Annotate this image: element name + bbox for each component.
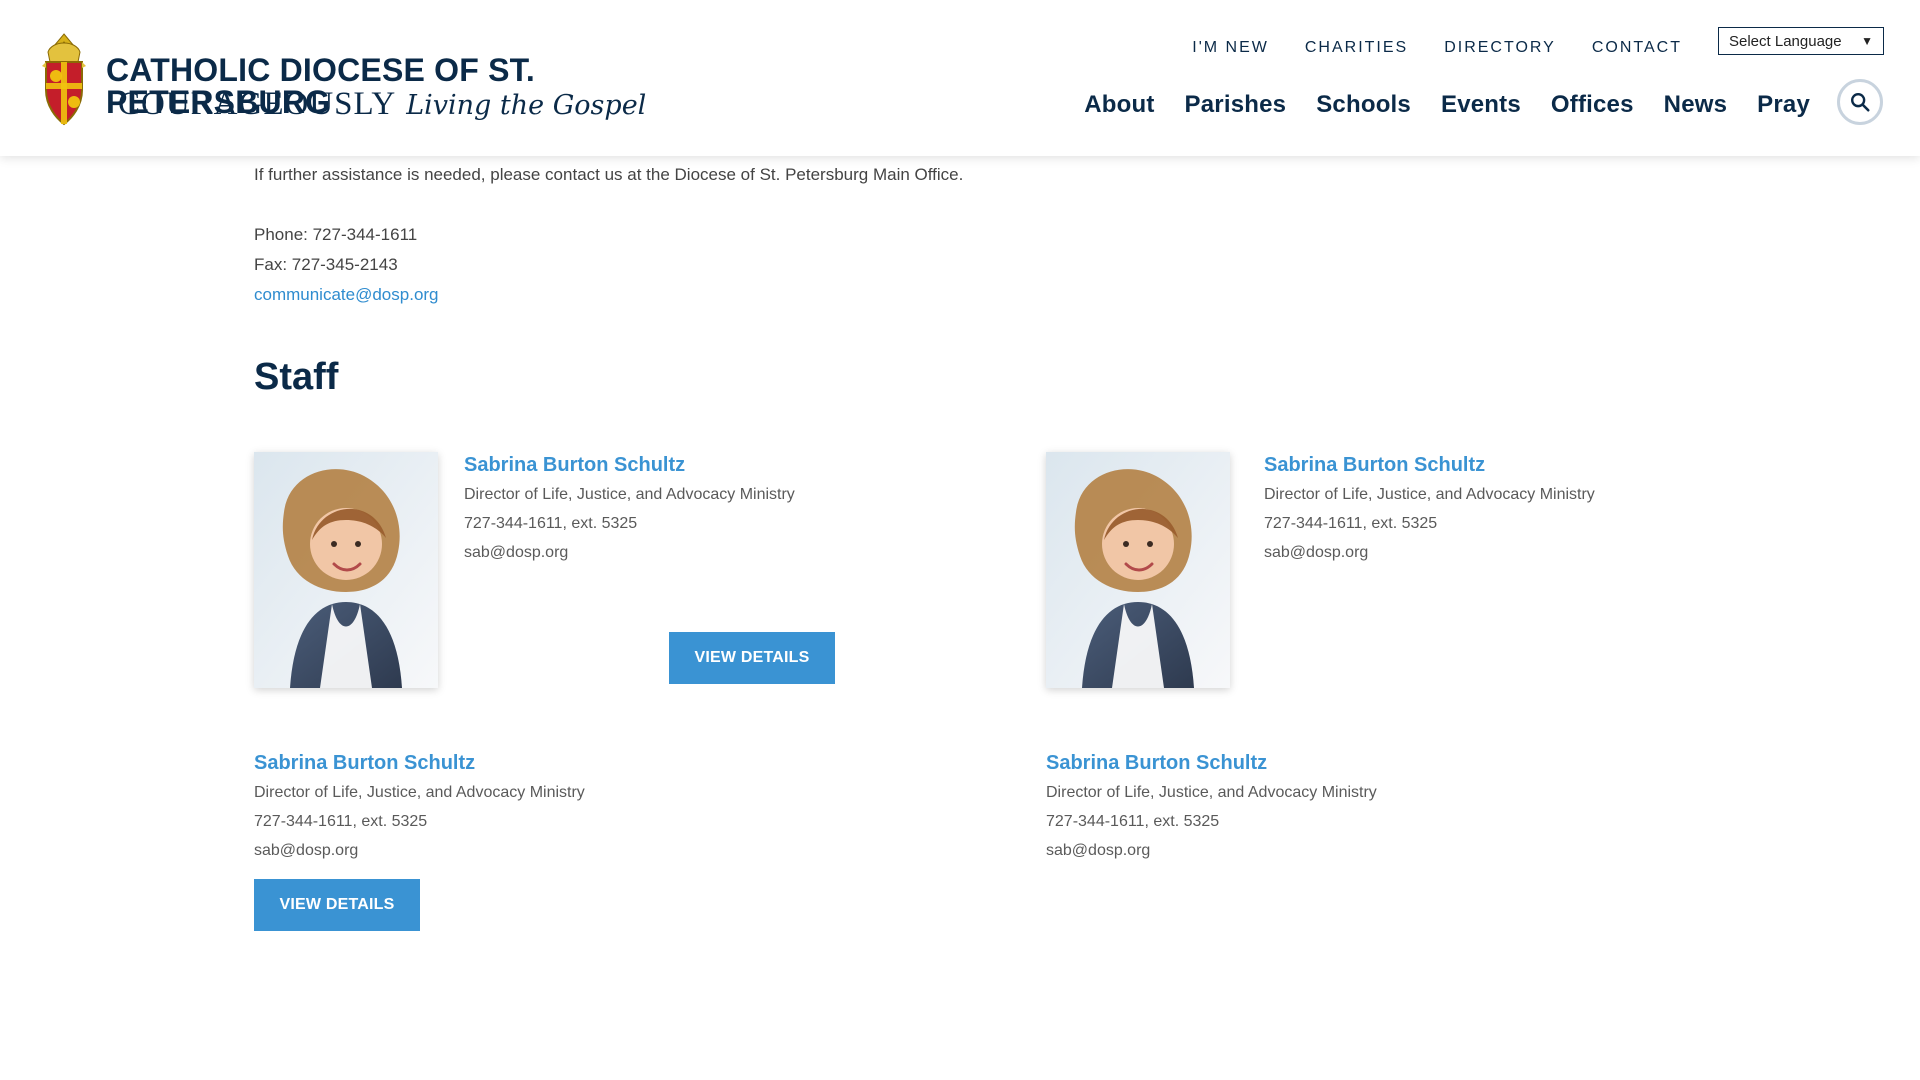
main-nav-events[interactable]: Events: [1441, 91, 1521, 119]
office-fax: Fax: 727-345-2143: [254, 255, 398, 274]
language-select-value: Select Language: [1729, 32, 1842, 50]
language-select[interactable]: Select Language ▼: [1718, 27, 1884, 55]
staff-phone: 727-344-1611, ext. 5325: [254, 813, 428, 830]
staff-photo: [1046, 452, 1230, 688]
staff-name: Sabrina Burton Schultz: [1046, 752, 1268, 774]
staff-card: Sabrina Burton Schultz Director of Life,…: [254, 452, 974, 688]
search-icon: [1851, 93, 1870, 112]
staff-title: Director of Life, Justice, and Advocacy …: [1046, 784, 1377, 801]
office-email-link[interactable]: communicate@dosp.org: [254, 285, 439, 304]
staff-title: Director of Life, Justice, and Advocacy …: [254, 784, 585, 801]
staff-email: sab@dosp.org: [1046, 842, 1151, 859]
view-details-button[interactable]: VIEW DETAILS: [669, 632, 835, 684]
utility-link-contact[interactable]: CONTACT: [1592, 39, 1682, 57]
main-nav-about[interactable]: About: [1084, 91, 1154, 119]
staff-card: Sabrina Burton Schultz Director of Life,…: [1046, 750, 1766, 865]
logo-subtitle-script: Living the Gospel: [406, 90, 647, 121]
utility-link-im-new[interactable]: I'M NEW: [1192, 39, 1269, 57]
main-nav-parishes[interactable]: Parishes: [1185, 91, 1287, 119]
staff-card: Sabrina Burton Schultz Director of Life,…: [1046, 452, 1766, 688]
utility-link-directory[interactable]: DIRECTORY: [1444, 39, 1556, 57]
staff-phone: 727-344-1611, ext. 5325: [1264, 515, 1438, 532]
staff-name: Sabrina Burton Schultz: [1264, 454, 1486, 476]
chevron-down-icon: ▼: [1861, 34, 1873, 48]
main-nav-pray[interactable]: Pray: [1757, 91, 1810, 119]
staff-phone: 727-344-1611, ext. 5325: [464, 515, 638, 532]
utility-nav: I'M NEW CHARITIES DIRECTORY CONTACT: [1192, 36, 1682, 60]
logo-subtitle-caps: COURAGEOUSLY: [118, 86, 397, 122]
staff-heading: Staff: [254, 356, 339, 398]
page-content: If further assistance is needed, please …: [254, 156, 1674, 1080]
staff-title: Director of Life, Justice, and Advocacy …: [1264, 486, 1595, 503]
main-nav-offices[interactable]: Offices: [1551, 91, 1634, 119]
person-photo-icon: [1046, 452, 1230, 688]
search-button[interactable]: [1837, 79, 1883, 125]
staff-info: Sabrina Burton Schultz Director of Life,…: [464, 452, 835, 684]
staff-card: Sabrina Burton Schultz Director of Life,…: [254, 750, 974, 931]
staff-info: Sabrina Burton Schultz Director of Life,…: [1264, 452, 1595, 567]
main-nav: About Parishes Schools Events Offices Ne…: [1084, 88, 1810, 122]
assistance-text: If further assistance is needed, please …: [254, 165, 964, 184]
main-nav-news[interactable]: News: [1664, 91, 1728, 119]
staff-photo: [254, 452, 438, 688]
main-nav-schools[interactable]: Schools: [1316, 91, 1411, 119]
site-logo[interactable]: CATHOLIC DIOCESE OF ST. PETERSBURG COURA…: [28, 32, 646, 128]
crest-icon: [42, 33, 86, 126]
view-details-button[interactable]: VIEW DETAILS: [254, 879, 420, 931]
site-header: CATHOLIC DIOCESE OF ST. PETERSBURG COURA…: [0, 0, 1920, 156]
logo-subtitle: COURAGEOUSLY Living the Gospel: [118, 88, 646, 121]
office-phone: Phone: 727-344-1611: [254, 225, 418, 244]
staff-phone: 727-344-1611, ext. 5325: [1046, 813, 1220, 830]
utility-link-charities[interactable]: CHARITIES: [1305, 39, 1408, 57]
staff-name: Sabrina Burton Schultz: [254, 752, 476, 774]
person-photo-icon: [254, 452, 438, 688]
main-office-contact: Phone: 727-344-1611 Fax: 727-345-2143 co…: [254, 220, 439, 310]
staff-name: Sabrina Burton Schultz: [464, 454, 686, 476]
staff-title: Director of Life, Justice, and Advocacy …: [464, 486, 795, 503]
staff-email: sab@dosp.org: [254, 842, 359, 859]
staff-email: sab@dosp.org: [464, 544, 569, 561]
staff-email: sab@dosp.org: [1264, 544, 1369, 561]
